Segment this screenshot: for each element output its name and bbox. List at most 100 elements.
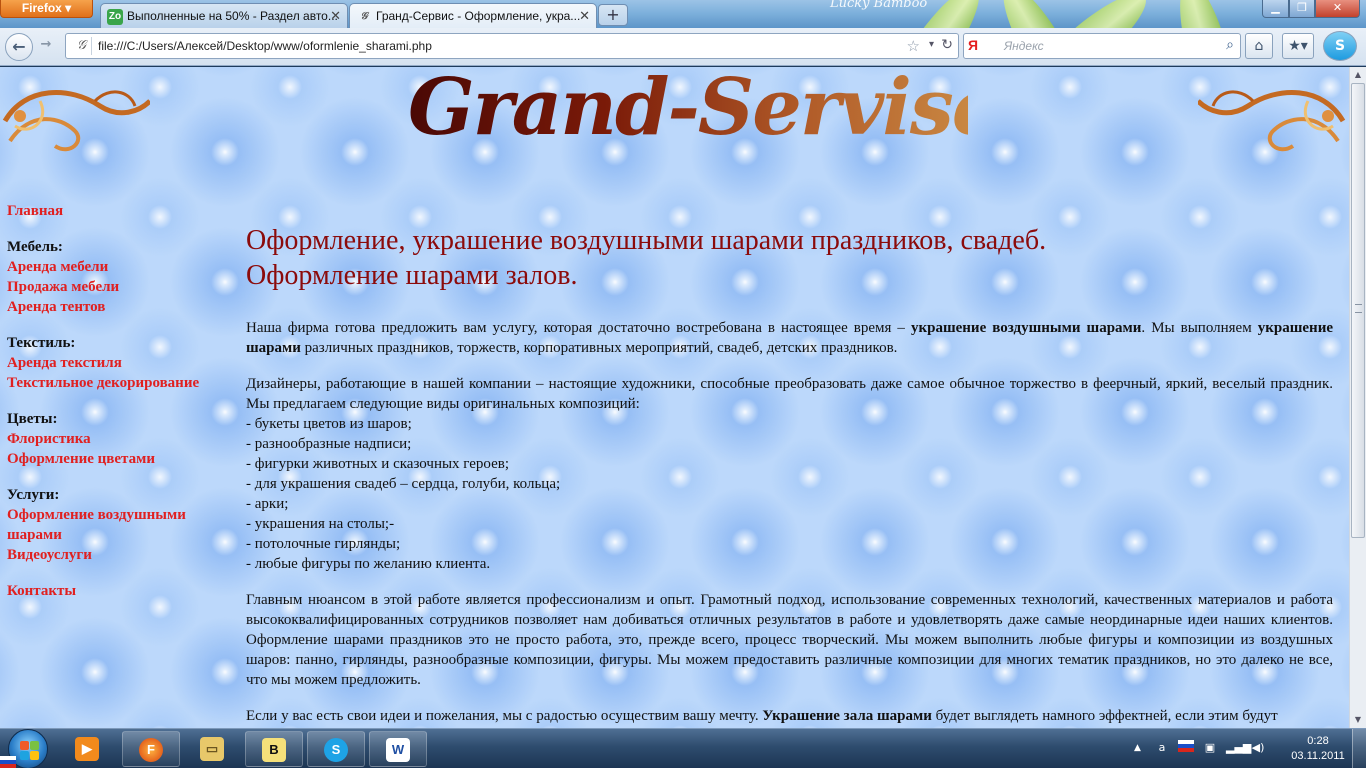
network-signal-icon[interactable]: ▂▄▆ [1226, 740, 1251, 756]
scroll-grip-icon [1355, 304, 1362, 313]
site-sidebar-nav: Главная Мебель: Аренда мебели Продажа ме… [7, 201, 237, 601]
nav-link-floristry[interactable]: Флористика [7, 429, 237, 449]
taskbar-media-player[interactable]: ▶ [58, 731, 116, 767]
text-span: . Мы выполняем [1141, 320, 1258, 336]
firefox-menu-label: Firefox [21, 1, 62, 15]
nav-header-services: Услуги: [7, 487, 60, 503]
forward-button[interactable]: → [35, 37, 57, 57]
page-viewport: Grand-Servise Главная Мебель: Аренда меб… [0, 67, 1349, 728]
volume-icon[interactable]: ◀) [1250, 740, 1266, 756]
nav-link-balloon-decor[interactable]: Оформление воздушными шарами [7, 505, 207, 545]
word-icon: W [386, 738, 410, 762]
batman-app-icon: B [262, 738, 286, 762]
ornament-left-decoration [2, 90, 150, 152]
show-desktop-button[interactable] [1352, 729, 1366, 768]
paragraph-professionalism: Главным нюансом в этой работе является п… [246, 592, 1333, 688]
nav-link-home[interactable]: Главная [7, 201, 237, 221]
bamboo-leaf-decoration [1169, 0, 1231, 28]
russian-flag-icon [0, 756, 16, 768]
window-titlebar: Lucky Bamboo Firefox ▾ Zo Выполненные на… [0, 0, 1366, 28]
skype-extension-icon[interactable]: S [1323, 31, 1357, 61]
site-logo[interactable]: Grand-Servise [408, 67, 1001, 167]
close-window-button[interactable]: ✕ [1315, 0, 1360, 18]
list-item: - фигурки животных и сказочных героев; [246, 456, 509, 472]
windows-logo-icon [20, 741, 29, 750]
address-bar[interactable]: 𝒢 file:///C:/Users/Алексей/Desktop/www/o… [65, 33, 959, 59]
nav-link-tent-rent[interactable]: Аренда тентов [7, 297, 237, 317]
search-icon[interactable]: ⌕ [1226, 37, 1234, 53]
scroll-down-arrow-icon[interactable]: ▼ [1350, 712, 1366, 728]
bold-text: Украшение зала шарами [762, 708, 932, 724]
scroll-up-arrow-icon[interactable]: ▲ [1350, 67, 1366, 83]
minimize-button[interactable]: ▁ [1262, 0, 1289, 18]
taskbar-skype[interactable]: S [307, 731, 365, 767]
windows-logo-icon [20, 751, 29, 760]
list-item: - украшения на столы;- [246, 516, 395, 532]
nav-link-textile-rent[interactable]: Аренда текстиля [7, 353, 237, 373]
zoho-icon: Zo [107, 9, 123, 25]
url-text: file:///C:/Users/Алексей/Desktop/www/ofo… [98, 39, 432, 53]
show-hidden-icons-icon[interactable]: ▲ [1134, 743, 1141, 753]
keyboard-layout-flag-icon[interactable] [1178, 740, 1194, 756]
list-item: - арки; [246, 496, 289, 512]
media-player-icon: ▶ [75, 737, 99, 761]
nav-link-furniture-rent[interactable]: Аренда мебели [7, 257, 237, 277]
list-item: - потолочные гирлянды; [246, 536, 401, 552]
page-title-line-2: Оформление шарами залов. [246, 260, 578, 291]
tab-grand-service[interactable]: 𝒢 Гранд-Сервис - Оформление, укра... ✕ [349, 3, 597, 28]
maximize-button[interactable]: ❐ [1289, 0, 1315, 18]
nav-link-furniture-sale[interactable]: Продажа мебели [7, 277, 237, 297]
scrollbar-thumb[interactable] [1351, 83, 1365, 538]
language-indicator-icon[interactable]: a [1154, 740, 1170, 756]
vertical-scrollbar[interactable]: ▲ ▼ [1349, 67, 1366, 728]
ornament-right-decoration [1198, 90, 1346, 152]
text-span: различных праздников, торжеств, корпорат… [300, 340, 898, 356]
taskbar-word[interactable]: W [369, 731, 427, 767]
page-title: Оформление, украшение воздушными шарами … [246, 223, 1333, 293]
search-bar[interactable]: Я Яндекс ⌕ [963, 33, 1241, 59]
windows-taskbar: ▶ F ▭ B S W ▲ a ▣ ▂▄▆ ◀) 0:28 03.11.2011 [0, 728, 1366, 768]
site-identity-icon[interactable]: 𝒢 [72, 37, 92, 55]
bamboo-leaf-decoration [1062, 0, 1158, 28]
nav-header-flowers: Цветы: [7, 411, 58, 427]
list-item: - любые фигуры по желанию клиента. [246, 556, 491, 572]
nav-link-flower-decor[interactable]: Оформление цветами [7, 449, 237, 469]
close-icon[interactable]: ✕ [579, 9, 590, 24]
skype-icon: S [324, 738, 348, 762]
nav-link-video[interactable]: Видеоуслуги [7, 545, 237, 565]
explorer-folder-icon: ▭ [200, 737, 224, 761]
close-icon[interactable]: ✕ [330, 9, 341, 24]
firefox-menu-button[interactable]: Firefox ▾ [0, 0, 93, 18]
list-item: - букеты цветов из шаров; [246, 416, 412, 432]
windows-logo-icon [30, 741, 39, 750]
search-placeholder: Яндекс [1004, 39, 1044, 53]
home-icon[interactable]: ⌂ [1245, 33, 1273, 59]
paragraph-intro: Наша фирма готова предложить вам услугу,… [246, 318, 1333, 358]
yandex-engine-icon[interactable]: Я [968, 37, 978, 53]
new-tab-button[interactable]: + [598, 4, 628, 26]
nav-link-textile-decor[interactable]: Текстильное декорирование [7, 373, 237, 393]
taskbar-firefox[interactable]: F [122, 731, 180, 767]
clock-date: 03.11.2011 [1291, 750, 1345, 762]
text-span: будет выглядеть намного эффектней, если … [931, 708, 1278, 724]
system-clock[interactable]: 0:28 03.11.2011 [1290, 734, 1346, 764]
firefox-icon: F [139, 738, 163, 762]
nav-header-furniture: Мебель: [7, 239, 63, 255]
taskbar-explorer[interactable]: ▭ [183, 731, 241, 767]
text-span: Наша фирма готова предложить вам услугу,… [246, 320, 911, 336]
nav-link-contacts[interactable]: Контакты [7, 581, 237, 601]
nav-header-textile: Текстиль: [7, 335, 76, 351]
windows-logo-icon [30, 751, 39, 760]
bookmark-star-icon[interactable]: ☆ [907, 37, 920, 55]
reload-icon[interactable]: ↻ [941, 37, 953, 53]
taskbar-batman-app[interactable]: B [245, 731, 303, 767]
text-span: Дизайнеры, работающие в нашей компании –… [246, 376, 1333, 412]
bamboo-leaf-decoration [990, 0, 1070, 28]
tab-zoho[interactable]: Zo Выполненные на 50% - Раздел авто... ✕ [100, 3, 348, 28]
safely-remove-icon[interactable]: ▣ [1202, 740, 1218, 756]
text-span: Если у вас есть свои идеи и пожелания, м… [246, 708, 763, 724]
russian-flag-icon [1178, 740, 1194, 752]
back-button[interactable]: ← [5, 33, 33, 61]
chevron-down-icon[interactable]: ▾ [929, 39, 934, 50]
bookmarks-menu-icon[interactable]: ★▾ [1282, 33, 1314, 59]
